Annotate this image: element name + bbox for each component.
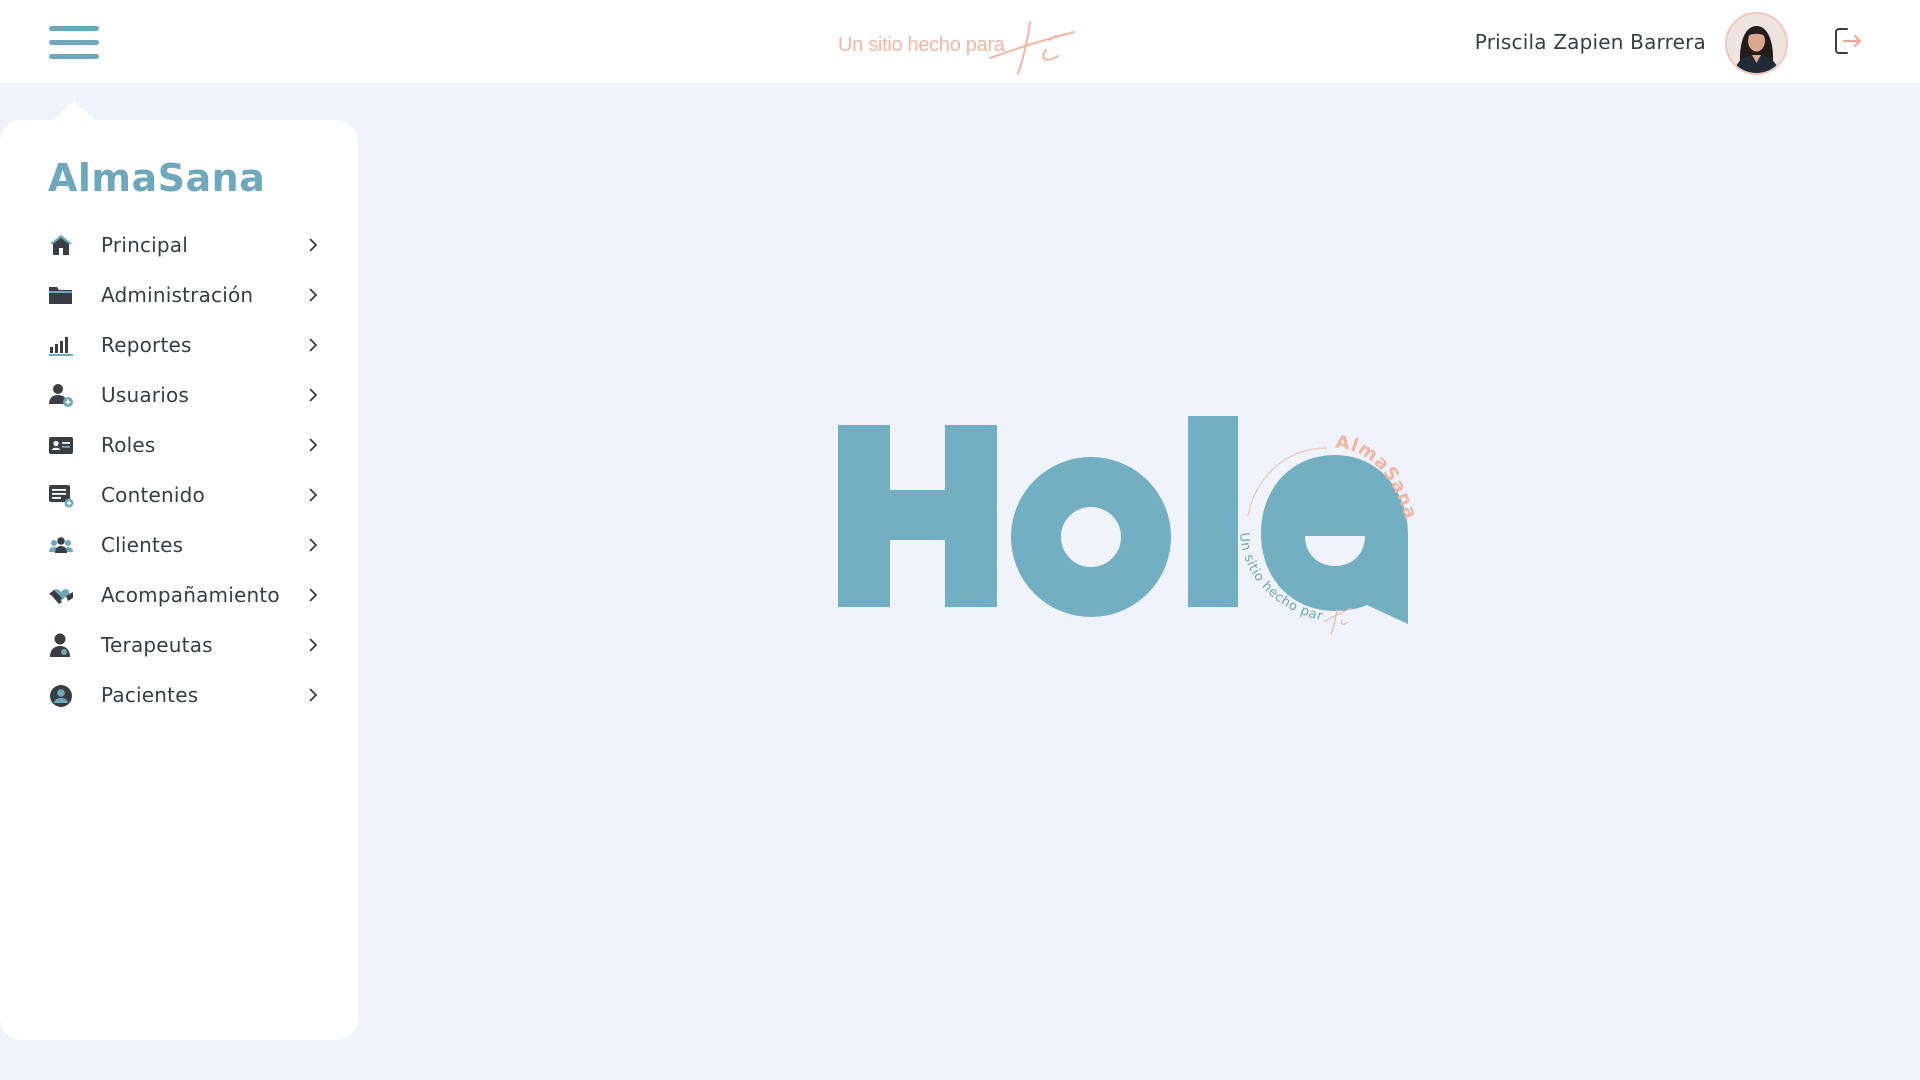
user-avatar[interactable] [1725,12,1788,75]
header-slogan: Un sitio hecho para [838,18,1083,76]
sidebar-menu: Principal Administración Reportes Usuari… [0,220,358,720]
id-card-icon [49,437,73,454]
brand-logo: AlmaSana [48,156,266,200]
chevron-right-icon [309,538,318,552]
sidebar-item-label: Principal [101,233,189,257]
handshake-heart-icon [49,589,73,604]
sidebar-item-label: Usuarios [101,383,190,407]
chevron-right-icon [309,588,318,602]
chevron-right-icon [309,388,318,402]
sidebar-pointer [52,101,96,121]
chevron-right-icon [309,338,318,352]
slogan-script-ti [989,21,1075,75]
sidebar-item-label: Terapeutas [101,633,213,657]
sidebar-item-pacientes[interactable]: Pacientes [0,670,358,720]
sidebar-item-reportes[interactable]: Reportes [0,320,358,370]
sidebar-item-label: Administración [101,283,254,307]
chevron-right-icon [309,638,318,652]
sidebar: AlmaSana Principal Administración Report… [0,120,358,1040]
sidebar-item-acompanamiento[interactable]: Acompañamiento [0,570,358,620]
hero-letter-l [1188,416,1238,607]
user-name[interactable]: Priscila Zapien Barrera [1475,30,1706,54]
content-add-icon [49,485,74,508]
home-icon [50,235,72,255]
patient-icon [50,685,72,707]
chevron-right-icon [309,688,318,702]
bar-chart-icon [49,337,73,356]
sidebar-item-label: Acompañamiento [101,583,280,607]
hero-letter-o [1011,457,1171,617]
sidebar-item-contenido[interactable]: Contenido [0,470,358,520]
therapist-icon [50,633,70,657]
sidebar-item-roles[interactable]: Roles [0,420,358,470]
sidebar-item-label: Pacientes [101,683,199,707]
sidebar-item-terapeutas[interactable]: Terapeutas [0,620,358,670]
chevron-right-icon [309,238,318,252]
hero-script-ti [1323,607,1353,635]
sidebar-item-usuarios[interactable]: Usuarios [0,370,358,420]
sidebar-item-label: Reportes [101,333,192,357]
hola-hero-logo: AlmaSana Un sitio hecho para [830,408,1420,635]
slogan-text: Un sitio hecho para [838,34,1005,56]
logout-icon[interactable] [1831,25,1863,57]
hamburger-menu-icon[interactable] [49,24,99,62]
sidebar-item-administracion[interactable]: Administración [0,270,358,320]
sidebar-item-label: Roles [101,433,156,457]
folder-icon [49,287,72,304]
chevron-right-icon [309,488,318,502]
hero-letter-h [838,425,997,607]
sidebar-item-label: Clientes [101,533,184,557]
chevron-right-icon [309,438,318,452]
sidebar-item-principal[interactable]: Principal [0,220,358,270]
top-bar: Un sitio hecho para Priscila Zapien Barr… [0,0,1920,83]
chevron-right-icon [309,288,318,302]
user-add-icon [49,384,73,407]
group-icon [49,537,73,553]
sidebar-item-clientes[interactable]: Clientes [0,520,358,570]
sidebar-item-label: Contenido [101,483,205,507]
